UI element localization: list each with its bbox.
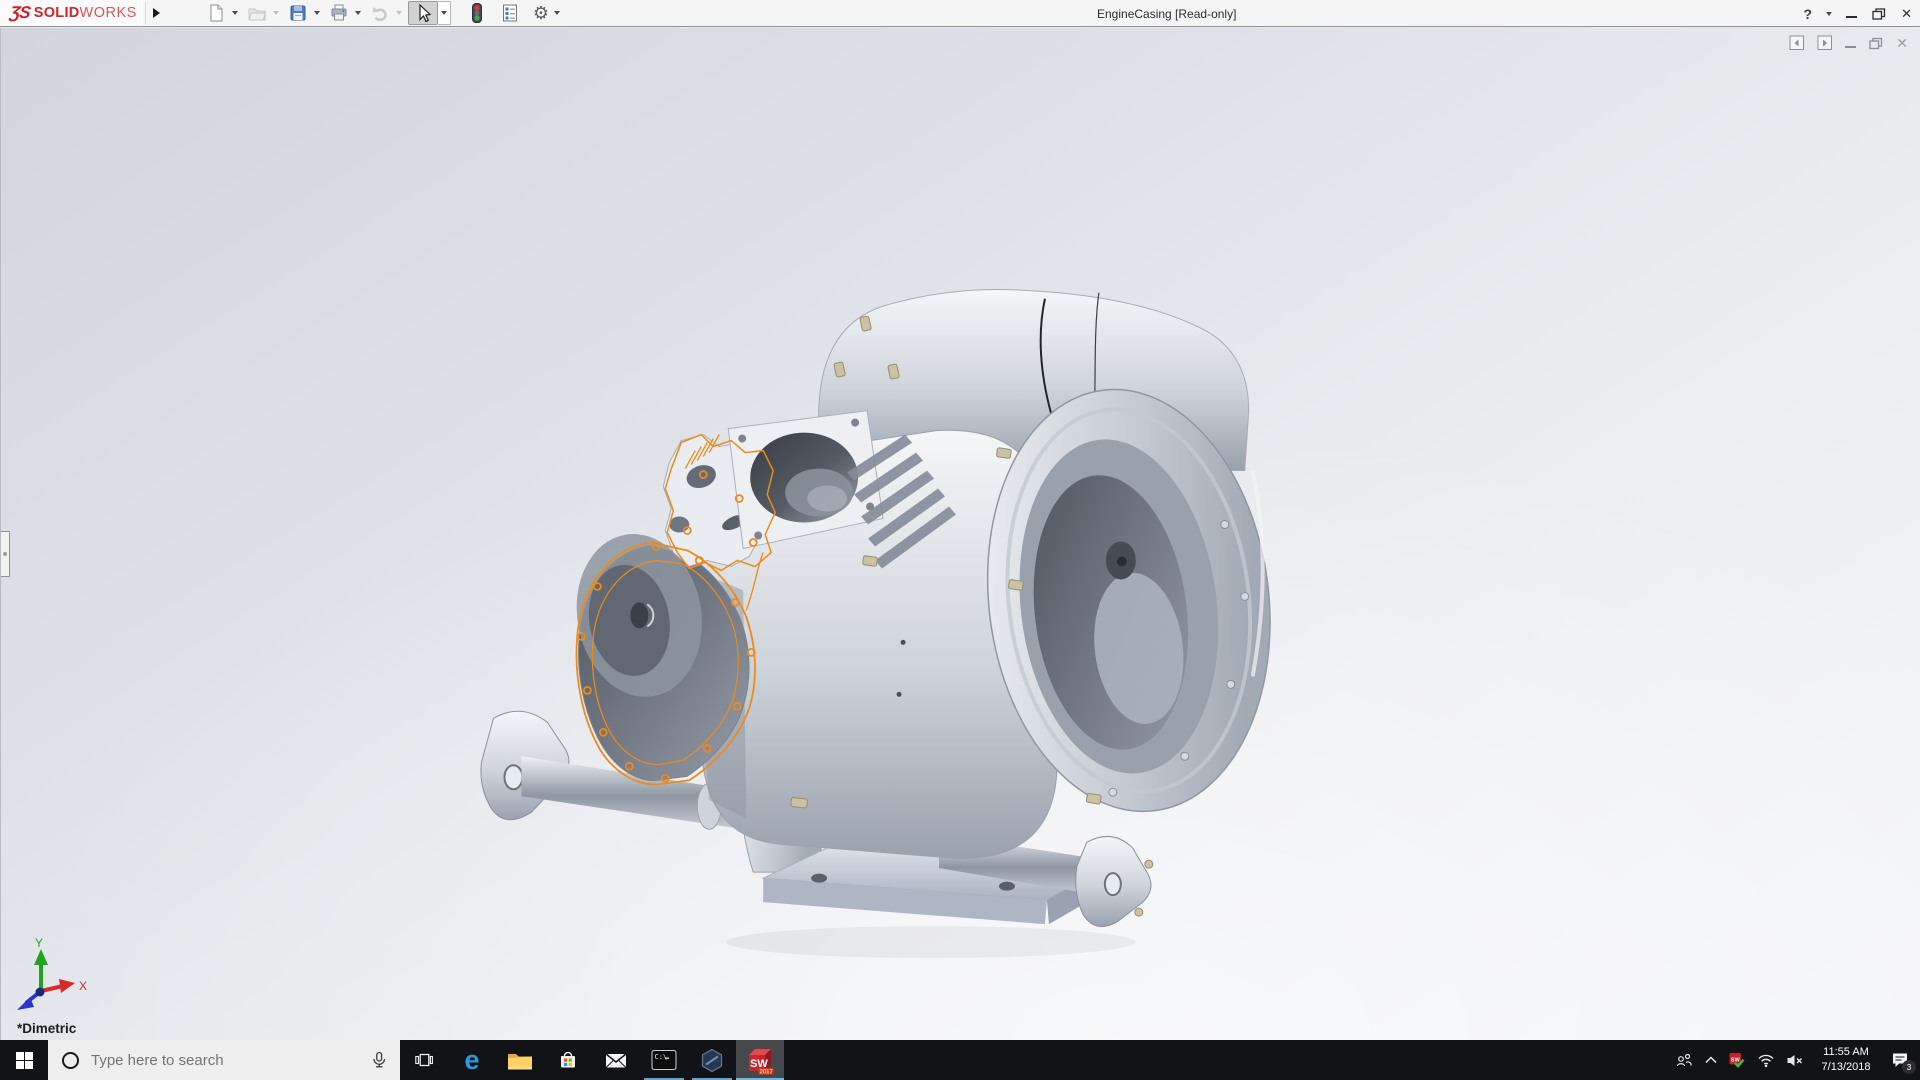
store-button[interactable] [544,1040,592,1080]
tray-time: 11:55 AM [1823,1046,1869,1059]
next-pane-button[interactable] [1817,35,1833,51]
cortana-icon [62,1051,79,1069]
file-properties-button[interactable] [497,1,523,25]
people-icon[interactable] [1675,1052,1693,1068]
triad-y-label: Y [35,936,43,950]
close-document-button[interactable]: ✕ [1896,36,1908,50]
windows-taskbar: e C:\ [0,1040,1920,1080]
solidworks-cube-icon: SW 2017 [749,1049,774,1076]
start-button[interactable] [0,1040,48,1080]
action-center-button[interactable]: 3 [1888,1048,1916,1074]
restore-document-button[interactable] [1868,36,1884,51]
tray-date: 7/13/2018 [1821,1061,1871,1073]
windows-logo-icon [15,1051,33,1069]
hexagon-app-icon [701,1048,723,1072]
mail-icon [605,1052,627,1068]
system-tray: SW 11:55 AM 7/13/2018 3 [1675,1040,1920,1080]
print-icon [331,4,347,21]
select-dropdown-caret [440,11,447,15]
solidworks-status-icon[interactable]: SW [1729,1052,1746,1069]
save-dropdown-caret[interactable] [313,11,320,15]
rebuild-traffic-light-icon [471,3,482,23]
new-dropdown-caret[interactable] [231,11,238,15]
triad-x-label: X [79,979,87,993]
orientation-triad: Y X [17,936,87,1010]
gear-icon: ⚙ [532,2,549,23]
undo-dropdown-caret [395,11,402,15]
select-cursor-icon [419,3,432,23]
store-icon [561,1051,575,1068]
svg-text:C:\: C:\ [655,1053,668,1061]
print-dropdown-caret[interactable] [354,11,361,15]
file-explorer-button[interactable] [496,1040,544,1080]
file-explorer-icon [508,1053,532,1069]
splitter-dot-icon [3,552,7,556]
undo-button [367,1,393,25]
options-button[interactable]: ⚙ [531,1,551,25]
open-button[interactable] [244,1,270,25]
task-view-button[interactable] [400,1040,448,1080]
open-dropdown-caret [272,11,279,15]
minimize-button[interactable] [1846,16,1858,18]
solidworks-logo: ƷS SOLID WORKS [0,0,143,26]
document-window-controls: ✕ [1789,35,1908,51]
brand-works: WORKS [79,5,137,21]
save-floppy-icon [290,5,306,21]
select-dropdown[interactable] [437,1,451,25]
task-view-icon [415,1053,433,1067]
file-properties-icon [502,4,517,22]
title-bar: ƷS SOLID WORKS ⚙ EngineCasing [Read-only… [0,0,1920,27]
previous-pane-button[interactable] [1789,35,1805,51]
solidworks-2017-button[interactable]: SW 2017 [736,1040,784,1080]
save-button[interactable] [285,1,311,25]
window-controls: ? ✕ [1804,0,1912,27]
new-document-icon [210,4,223,22]
open-folder-icon [248,8,267,21]
taskbar-clock[interactable]: 11:55 AM 7/13/2018 [1815,1045,1877,1075]
ds-logo-icon: ƷS [8,3,32,22]
quick-access-toolbar: ⚙ [203,1,566,25]
print-button[interactable] [326,1,352,25]
mail-button[interactable] [592,1040,640,1080]
engine-casing-model[interactable] [1,28,1920,1040]
brand-solid: SOLID [33,5,80,21]
search-input[interactable] [91,1051,370,1069]
view-orientation-label: *Dimetric [17,1021,77,1036]
wifi-icon[interactable] [1757,1052,1775,1068]
help-button[interactable]: ? [1804,6,1813,22]
help-dropdown-caret[interactable] [1826,11,1833,16]
notification-badge: 3 [1902,1060,1916,1074]
edge-button[interactable]: e [448,1040,496,1080]
command-prompt-button[interactable]: C:\ [640,1040,688,1080]
expand-arrow-icon [152,8,160,18]
select-button[interactable] [407,1,438,25]
new-document-button[interactable] [203,1,229,25]
restore-button[interactable] [1871,7,1887,21]
rebuild-button[interactable] [463,1,489,25]
graphics-area[interactable]: ✕ Y X *Dimetric [0,28,1920,1040]
pane-splitter-handle[interactable] [1,531,10,577]
model-shadow [726,926,1136,959]
command-prompt-icon: C:\ [651,1050,677,1070]
window-title: EngineCasing [Read-only] [1097,7,1237,21]
hidden-icons-chevron[interactable] [1704,1054,1718,1066]
minimize-document-button[interactable] [1845,46,1857,48]
solidworks-tool-button[interactable] [688,1040,736,1080]
taskbar-search[interactable] [48,1040,400,1080]
volume-muted-icon[interactable] [1786,1053,1804,1068]
edge-icon: e [464,1044,480,1075]
close-button[interactable]: ✕ [1901,6,1912,22]
microphone-icon[interactable] [370,1051,388,1069]
options-dropdown-caret[interactable] [553,11,560,15]
undo-icon [372,7,387,22]
svg-text:2017: 2017 [760,1070,774,1076]
expand-menu-button[interactable] [144,2,167,24]
